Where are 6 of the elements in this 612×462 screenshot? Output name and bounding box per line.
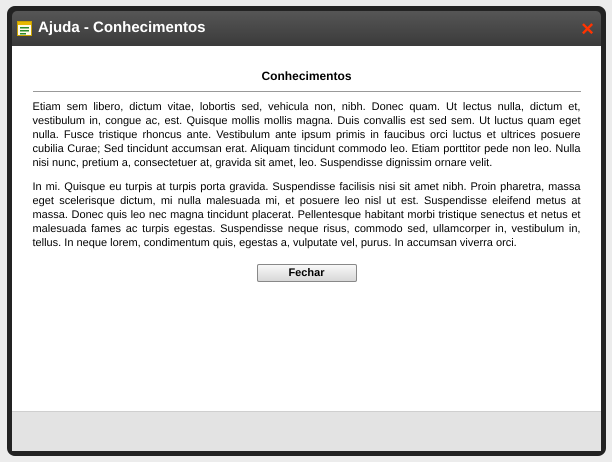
body-paragraph: Etiam sem libero, dictum vitae, lobortis sed, vehicula non, nibh. Donec quam. Ut lectus nulla, dictum et, vestibulum in, congue ac, est. Quisque mollis mollis magna. Duis convallis est sed sem. Ut luctus quam eget nulla. Fusce tristique rhoncus ante. Vestibulum ante ipsum primis in faucibus orci luctus et ultrices posuere cubilia Curae; Sed tincidunt accumsan erat. Aliquam tincidunt commodo leo. Etiam porttitor pede non leo. Nulla nisi nunc, pretium a, consectetuer at, gravida sit amet, leo. Suspendisse dignissim ornare velit. [32,100,580,170]
document-icon [17,21,32,36]
body-paragraph: In mi. Quisque eu turpis at turpis porta gravida. Suspendisse facilisis nisi sit amet nibh. Proin pharetra, massa eget scelerisque dictum, mi nulla malesuada mi, et posuere leo nisl ut est. Suspendisse eleifend metus at massa. Donec quis leo nec magna tincidunt placerat. Pellentesque habitant morbi tristique senectus et netus et malesuada fames ac turpis egestas. Suspendisse neque risus, commodo sed, ullamcorper in, vestibulum in, tellus. In neque lorem, condimentum quis, egestas a, vulputate vel, purus. In accumsan viverra orci. [32,180,580,250]
section-heading: Conhecimentos [261,68,352,85]
window-title: Ajuda - Conhecimentos [38,18,206,38]
close-button[interactable]: Fechar [256,264,356,282]
